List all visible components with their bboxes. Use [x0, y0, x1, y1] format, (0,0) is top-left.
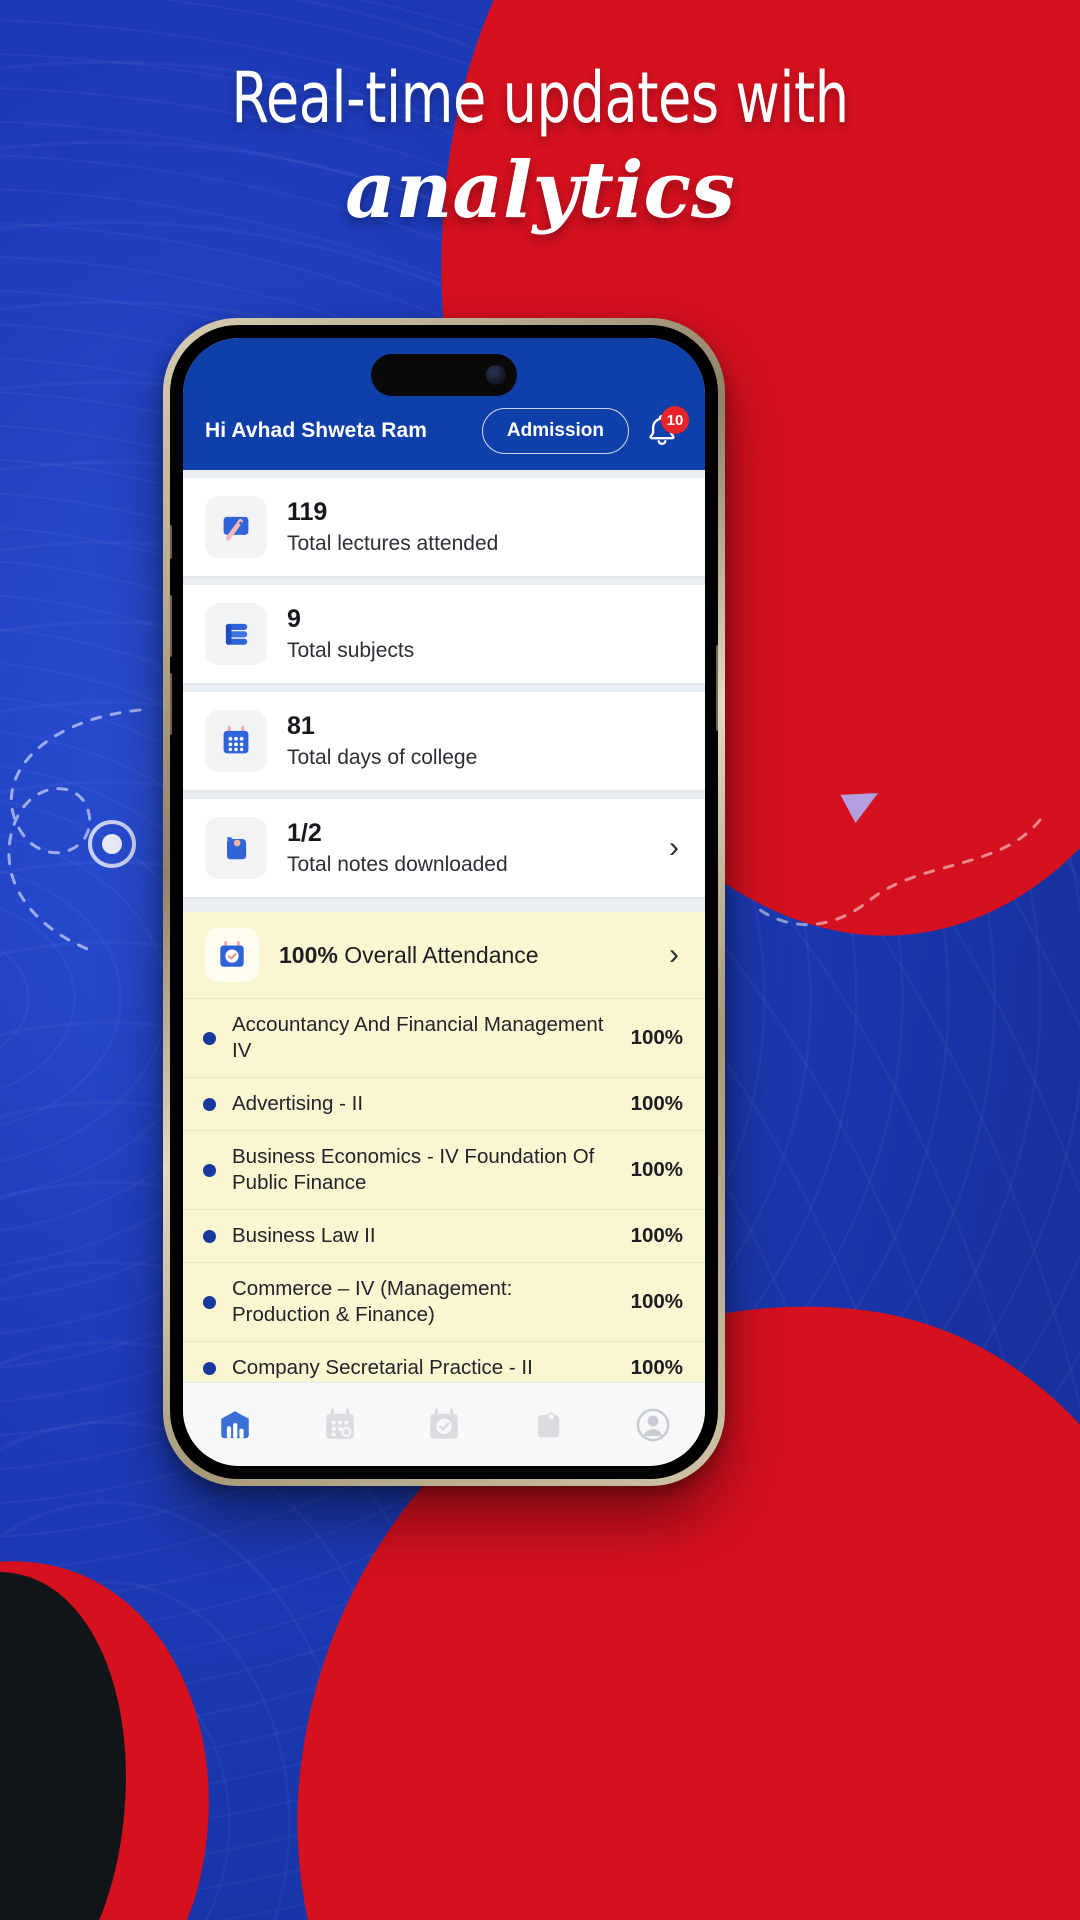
header-actions: Admission 10 [481, 406, 689, 454]
subject-name: Accountancy And Financial Management IV [232, 1013, 604, 1063]
nav-item-attendance[interactable] [412, 1397, 476, 1453]
volume-up-button[interactable] [170, 595, 172, 657]
subject-percent: 100% [630, 1290, 683, 1314]
subject-name: Commerce – IV (Management: Production & … [232, 1277, 513, 1327]
subject-name: Business Economics - IV Foundation Of Pu… [232, 1145, 595, 1195]
nav-item-profile[interactable] [621, 1397, 685, 1453]
home-icon [221, 1410, 249, 1438]
front-camera-icon [486, 365, 506, 385]
subject-row[interactable]: Company Secretarial Practice - II 100% [183, 1341, 705, 1382]
subject-row[interactable]: Commerce – IV (Management: Production & … [183, 1262, 705, 1341]
silent-switch[interactable] [170, 525, 172, 559]
stat-text: 119 Total lectures attended [287, 497, 683, 558]
subject-name: Company Secretarial Practice - II [232, 1356, 533, 1380]
greeting-text: Hi Avhad Shweta Ram [205, 419, 428, 442]
headline-line-2: analytics [345, 144, 735, 236]
calendar-icon [205, 710, 267, 772]
subject-row[interactable]: Accountancy And Financial Management IV … [183, 998, 705, 1077]
whiteboard-pen-icon [205, 496, 267, 558]
bullet-icon [203, 1097, 216, 1111]
subject-name: Business Law II [232, 1224, 376, 1248]
power-button[interactable] [716, 645, 718, 731]
subject-percent: 100% [630, 1026, 683, 1050]
bottom-navigation [183, 1382, 705, 1466]
stat-card-college-days[interactable]: 81 Total days of college [183, 692, 705, 790]
attendance-percent: 100% [279, 941, 338, 968]
attendance-header[interactable]: 100% Overall Attendance › [183, 912, 705, 998]
stat-text: 81 Total days of college [287, 711, 683, 772]
books-stack-icon [205, 603, 267, 665]
subject-row[interactable]: Advertising - II 100% [183, 1077, 705, 1130]
promo-headline: Real-time updates with analytics [0, 57, 1080, 236]
attendance-panel: 100% Overall Attendance › Accountancy An… [183, 912, 705, 1382]
stat-value: 81 [287, 711, 315, 740]
notifications-button[interactable]: 10 [643, 406, 689, 452]
volume-down-button[interactable] [170, 673, 172, 735]
notes-nav-icon [538, 1412, 560, 1437]
chevron-right-icon[interactable]: › [669, 938, 683, 972]
bullet-icon [203, 1163, 216, 1177]
subject-row[interactable]: Business Law II 100% [183, 1209, 705, 1262]
subject-name: Advertising - II [232, 1092, 364, 1116]
headline-line-1: Real-time updates with [231, 57, 849, 139]
nav-item-notes[interactable] [516, 1397, 580, 1453]
subject-percent: 100% [630, 1158, 683, 1182]
bullet-icon [203, 1295, 216, 1309]
stat-card-subjects[interactable]: 9 Total subjects [183, 585, 705, 683]
bullet-icon [203, 1361, 216, 1375]
stat-card-lectures[interactable]: 119 Total lectures attended [183, 478, 705, 576]
dynamic-island [371, 354, 517, 396]
bullet-icon [203, 1229, 216, 1243]
promo-stage: Real-time updates with analytics Hi Avha… [0, 0, 1080, 1920]
stat-value: 119 [287, 497, 328, 526]
notes-clipboard-icon [205, 817, 267, 879]
profile-icon [636, 1408, 670, 1441]
app-content: 119 Total lectures attended 9 Total subj… [183, 470, 705, 1382]
stat-text: 9 Total subjects [287, 604, 683, 665]
stat-text: 1/2 Total notes downloaded [287, 818, 649, 879]
stat-label: Total days of college [287, 745, 478, 769]
stat-label: Total lectures attended [287, 531, 499, 555]
notification-badge: 10 [661, 406, 689, 434]
ring-decoration [88, 820, 136, 868]
calendar-check-nav-icon [430, 1407, 458, 1439]
stat-label: Total notes downloaded [287, 852, 508, 876]
bullet-icon [203, 1031, 216, 1045]
nav-item-home[interactable] [203, 1397, 267, 1453]
phone-screen: Hi Avhad Shweta Ram Admission 10 119 Tot… [183, 338, 705, 1466]
phone-bezel: Hi Avhad Shweta Ram Admission 10 119 Tot… [170, 325, 718, 1479]
calendar-nav-icon [325, 1407, 354, 1439]
subject-percent: 100% [630, 1356, 683, 1380]
attendance-title: 100% Overall Attendance [279, 942, 649, 969]
stat-value: 9 [287, 604, 301, 633]
subject-percent: 100% [630, 1092, 683, 1116]
admission-button[interactable]: Admission [481, 408, 629, 454]
subject-percent: 100% [630, 1224, 683, 1248]
attendance-label: Overall Attendance [344, 941, 539, 968]
stat-value: 1/2 [287, 818, 322, 847]
subject-row[interactable]: Business Economics - IV Foundation Of Pu… [183, 1130, 705, 1209]
stat-label: Total subjects [287, 638, 415, 662]
nav-item-calendar[interactable] [308, 1397, 372, 1453]
calendar-check-icon [205, 928, 259, 982]
stat-card-notes[interactable]: 1/2 Total notes downloaded › [183, 799, 705, 897]
phone-mockup: Hi Avhad Shweta Ram Admission 10 119 Tot… [163, 318, 725, 1486]
chevron-right-icon[interactable]: › [669, 831, 683, 865]
